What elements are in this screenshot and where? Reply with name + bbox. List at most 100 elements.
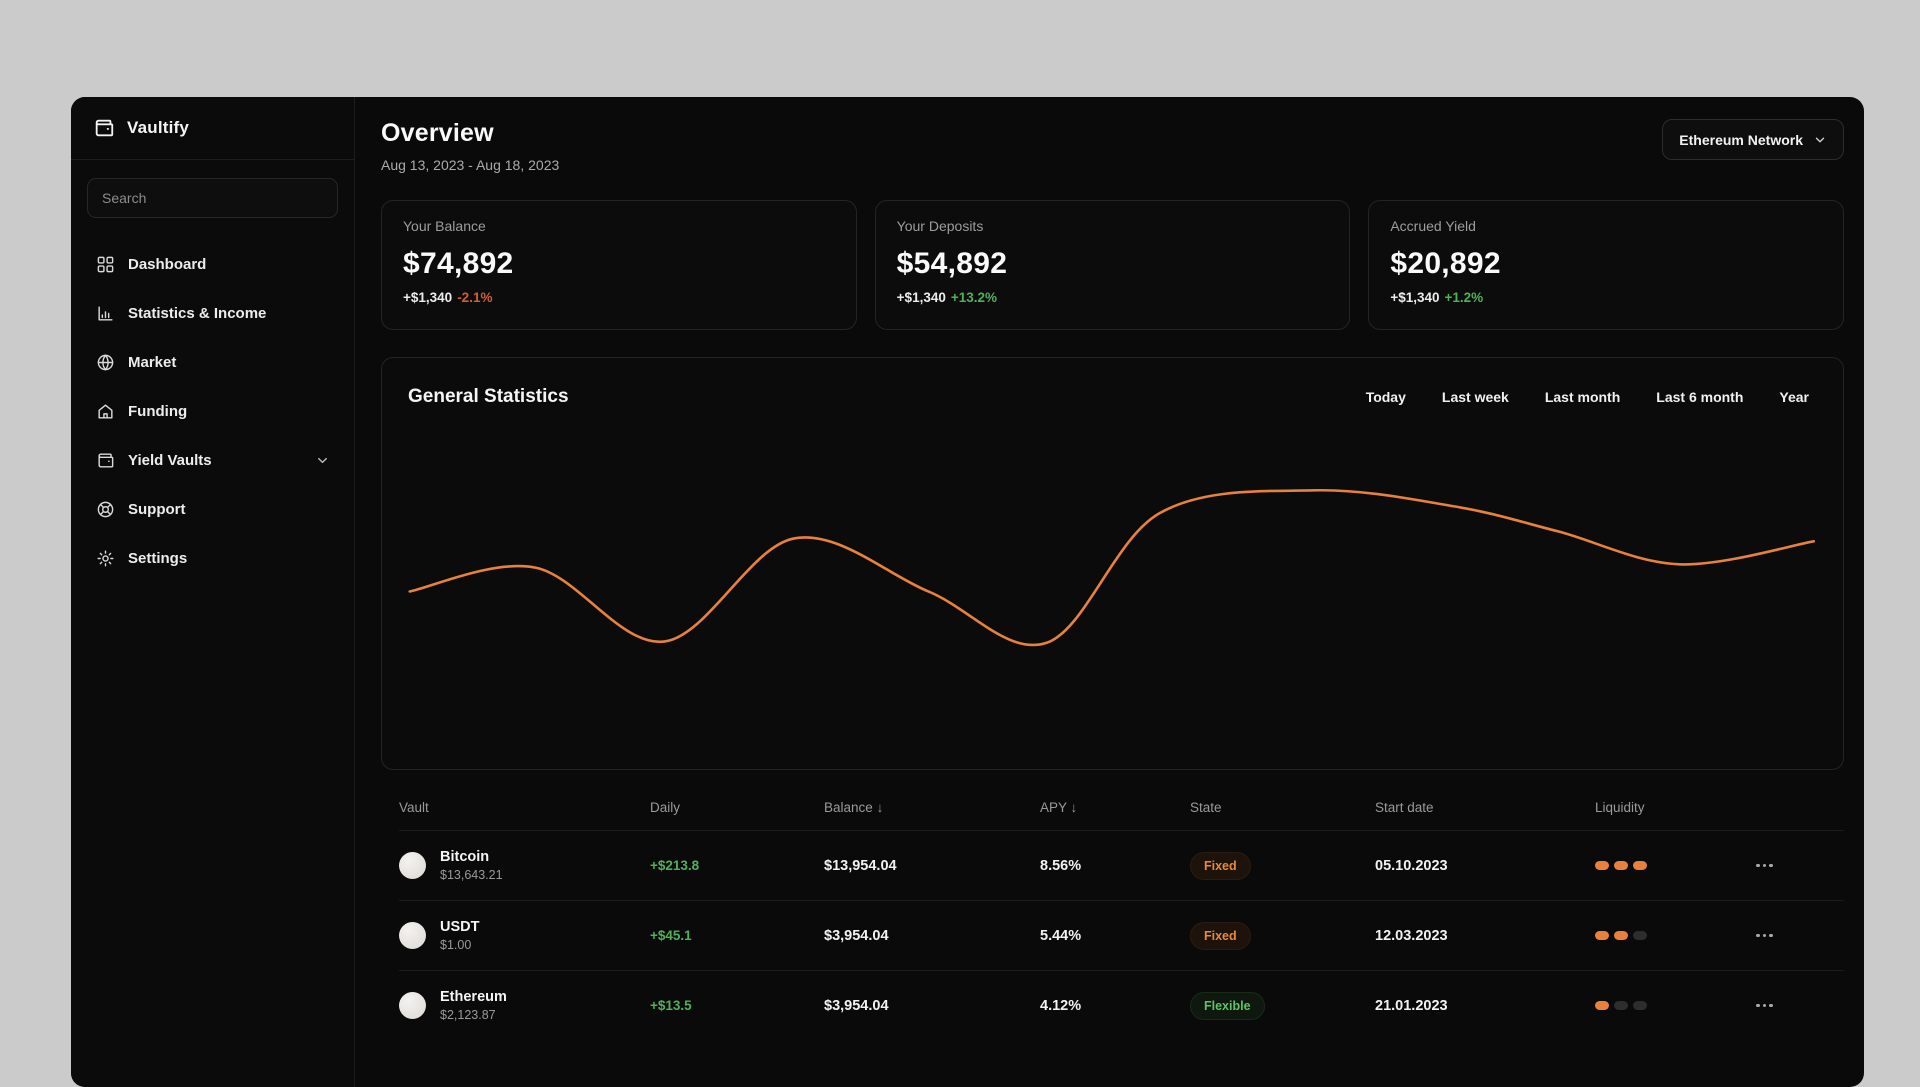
vault-row-usdt[interactable]: USDT $1.00 +$45.1 $3,954.04 5.44% Fixed 12.03.…	[399, 900, 1844, 970]
liquidity-pill-active	[1614, 861, 1628, 870]
stat-card-your-balance: Your Balance $74,892 +$1,340 -2.1%	[381, 200, 857, 330]
stat-card-percent: +1.2%	[1444, 290, 1484, 305]
coin-name: USDT	[440, 919, 480, 935]
liquidity-pill-active	[1595, 861, 1609, 870]
liquidity-indicator	[1595, 861, 1756, 870]
page-title: Overview	[381, 119, 494, 147]
vault-cell: Ethereum $2,123.87	[399, 989, 650, 1022]
stat-card-label: Accrued Yield	[1390, 218, 1476, 234]
page-header: Overview Aug 13, 2023 - Aug 18, 2023 Eth…	[381, 119, 1844, 173]
chevron-down-icon	[315, 453, 330, 468]
sidebar-item-support[interactable]: Support	[87, 489, 338, 529]
stat-card-accrued-yield: Accrued Yield $20,892 +$1,340 +1.2%	[1368, 200, 1845, 330]
stat-card-value: $74,892	[403, 247, 514, 280]
stat-card-label: Your Balance	[403, 218, 486, 234]
sidebar-item-yield-vaults[interactable]: Yield Vaults	[87, 440, 338, 480]
general-statistics-panel: General Statistics Today Last week Last mo…	[381, 357, 1844, 770]
vault-cell: Bitcoin $13,643.21	[399, 849, 650, 882]
chart-line-series	[408, 488, 1816, 647]
liquidity-pill-inactive	[1633, 931, 1647, 940]
app-logo: Vaultify	[71, 97, 354, 159]
row-actions-ellipsis-icon[interactable]	[1756, 863, 1844, 868]
sidebar-item-statistics-income[interactable]: Statistics & Income	[87, 293, 338, 333]
sidebar-item-market[interactable]: Market	[87, 342, 338, 382]
balance-value: $13,954.04	[824, 857, 897, 874]
network-selector-label: Ethereum Network	[1679, 131, 1803, 148]
sidebar-item-label: Statistics & Income	[128, 304, 267, 322]
liquidity-pill-inactive	[1633, 1001, 1647, 1010]
stats-cards-row: Your Balance $74,892 +$1,340 -2.1% Your Depo…	[381, 200, 1845, 330]
apy-value: 4.12%	[1040, 997, 1082, 1014]
row-actions-ellipsis-icon[interactable]	[1756, 1003, 1844, 1008]
stat-card-delta: +$1,340 -2.1%	[403, 290, 493, 305]
date-range: Aug 13, 2023 - Aug 18, 2023	[381, 157, 560, 173]
daily-change: +$13.5	[650, 998, 692, 1013]
coin-avatar	[399, 852, 426, 879]
state-badge: Fixed	[1190, 851, 1251, 880]
sidebar-item-label: Support	[128, 500, 186, 518]
stat-card-percent: +13.2%	[950, 290, 998, 305]
coin-price: $1.00	[440, 938, 472, 952]
main-content: Overview Aug 13, 2023 - Aug 18, 2023 Eth…	[355, 97, 1864, 1087]
column-header-start-date: Start date	[1375, 799, 1434, 815]
balance-value: $3,954.04	[824, 927, 889, 944]
coin-name: Ethereum	[440, 989, 507, 1005]
balance-value: $3,954.04	[824, 997, 889, 1014]
sidebar-item-settings[interactable]: Settings	[87, 538, 338, 578]
apy-value: 8.56%	[1040, 857, 1082, 874]
wallet-logo-icon	[93, 117, 115, 139]
sidebar-item-label: Market	[128, 353, 177, 371]
stat-card-delta: +$1,340 +1.2%	[1390, 290, 1484, 305]
state-badge: Flexible	[1190, 991, 1265, 1020]
sidebar-item-dashboard[interactable]: Dashboard	[87, 244, 338, 284]
coin-price: $13,643.21	[440, 868, 503, 882]
state-badge: Fixed	[1190, 921, 1251, 950]
vaults-table: Vault Daily Balance ↓ APY ↓ State Start date L…	[381, 784, 1844, 1040]
network-selector-button[interactable]: Ethereum Network	[1662, 119, 1844, 160]
search-input[interactable]	[87, 178, 338, 218]
apy-value: 5.44%	[1040, 927, 1082, 944]
coin-price: $2,123.87	[440, 1008, 496, 1022]
stat-card-percent: -2.1%	[457, 290, 493, 305]
app-window: Vaultify Dashboard Statistics & Income Mar…	[71, 97, 1864, 1087]
lifebuoy-icon	[95, 500, 115, 519]
liquidity-indicator	[1595, 931, 1756, 940]
liquidity-pill-active	[1595, 1001, 1609, 1010]
liquidity-pill-active	[1614, 931, 1628, 940]
daily-change: +$45.1	[650, 928, 692, 943]
sidebar-item-label: Settings	[128, 549, 188, 567]
column-header-liquidity: Liquidity	[1595, 799, 1645, 815]
app-title: Vaultify	[127, 118, 190, 137]
sidebar-item-label: Dashboard	[128, 255, 207, 273]
stat-card-value: $20,892	[1390, 247, 1501, 280]
table-body: Bitcoin $13,643.21 +$213.8 $13,954.04 8.56% F…	[399, 830, 1844, 1040]
row-actions-ellipsis-icon[interactable]	[1756, 933, 1844, 938]
dashboard-grid-icon	[95, 255, 115, 274]
column-header-vault: Vault	[399, 799, 429, 815]
start-date: 21.01.2023	[1375, 997, 1448, 1014]
statistics-line-chart	[408, 488, 1816, 647]
chevron-down-icon	[1813, 133, 1827, 147]
vault-row-bitcoin[interactable]: Bitcoin $13,643.21 +$213.8 $13,954.04 8.56% F…	[399, 830, 1844, 900]
stat-card-value: $54,892	[896, 247, 1008, 280]
column-header-apy[interactable]: APY ↓	[1040, 800, 1190, 815]
sort-descending-icon: ↓	[876, 799, 884, 815]
daily-change: +$213.8	[650, 858, 700, 873]
stat-card-your-deposits: Your Deposits $54,892 +$1,340 +13.2%	[874, 200, 1351, 330]
stat-card-delta: +$1,340 +13.2%	[896, 290, 998, 305]
start-date: 05.10.2023	[1375, 857, 1448, 874]
sidebar-item-label: Funding	[128, 402, 188, 420]
globe-icon	[95, 353, 115, 372]
vault-row-ethereum[interactable]: Ethereum $2,123.87 +$13.5 $3,954.04 4.12% Fle…	[399, 970, 1844, 1040]
sidebar-menu: Dashboard Statistics & Income Market Fundin…	[71, 232, 354, 590]
sidebar-item-funding[interactable]: Funding	[87, 391, 338, 431]
vault-cell: USDT $1.00	[399, 919, 650, 952]
sort-descending-icon: ↓	[1070, 799, 1078, 815]
liquidity-pill-active	[1595, 931, 1609, 940]
table-header-row: Vault Daily Balance ↓ APY ↓ State Start date L…	[399, 784, 1844, 830]
start-date: 12.03.2023	[1375, 927, 1448, 944]
bar-chart-icon	[95, 304, 115, 323]
column-header-balance[interactable]: Balance ↓	[824, 800, 1040, 815]
stat-card-label: Your Deposits	[896, 218, 984, 234]
sidebar: Vaultify Dashboard Statistics & Income Mar…	[71, 97, 355, 1087]
